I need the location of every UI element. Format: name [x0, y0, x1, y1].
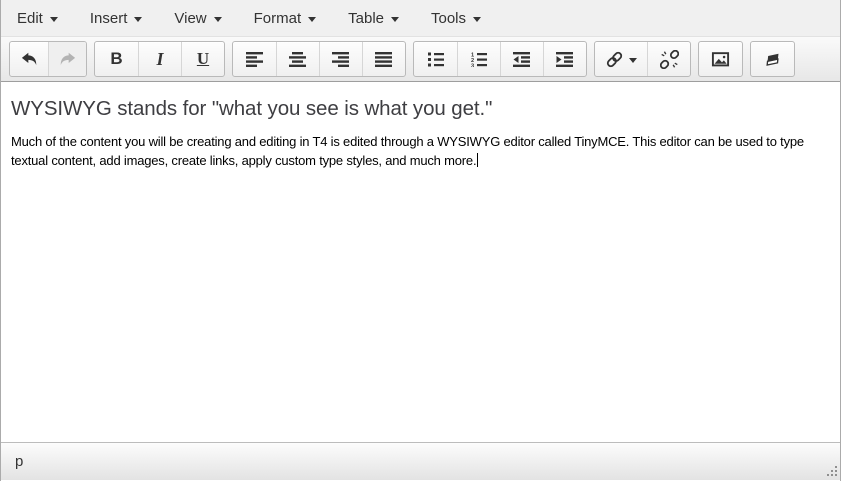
chevron-down-icon	[391, 17, 399, 22]
link-icon	[605, 50, 624, 69]
menu-table-label: Table	[348, 10, 384, 27]
underline-icon: U	[197, 49, 209, 69]
image-button-group	[698, 41, 743, 77]
link-button-group	[594, 41, 691, 77]
content-paragraph: Much of the content you will be creating…	[11, 132, 830, 170]
text-style-button-group: B I U	[94, 41, 225, 77]
chevron-down-icon	[214, 17, 222, 22]
indent-icon	[556, 52, 574, 67]
chevron-down-icon	[308, 17, 316, 22]
bullet-list-icon	[427, 52, 445, 67]
align-justify-icon	[375, 52, 393, 67]
align-justify-button[interactable]	[362, 42, 405, 76]
chevron-down-icon	[629, 58, 637, 63]
menu-format-label: Format	[254, 10, 302, 27]
indent-button[interactable]	[543, 42, 586, 76]
alignment-button-group	[232, 41, 406, 77]
redo-button[interactable]	[48, 42, 86, 76]
eraser-icon	[763, 50, 783, 69]
italic-button[interactable]: I	[138, 42, 181, 76]
remove-format-button-group	[750, 41, 795, 77]
numbered-list-icon: 1 2 3	[470, 52, 488, 67]
bold-icon: B	[110, 49, 122, 69]
svg-text:3: 3	[471, 63, 474, 67]
chevron-down-icon	[473, 17, 481, 22]
menu-edit[interactable]: Edit	[1, 0, 74, 36]
numbered-list-button[interactable]: 1 2 3	[457, 42, 500, 76]
align-left-icon	[246, 52, 264, 67]
text-cursor	[477, 153, 478, 167]
chevron-down-icon	[50, 17, 58, 22]
menu-insert-label: Insert	[90, 10, 128, 27]
menu-view[interactable]: View	[158, 0, 237, 36]
unlink-icon	[660, 50, 679, 69]
image-icon	[711, 50, 730, 69]
resize-grip-icon	[825, 465, 838, 478]
resize-grip[interactable]	[825, 465, 838, 478]
outdent-button[interactable]	[500, 42, 543, 76]
toolbar: B I U	[1, 37, 840, 82]
menu-view-label: View	[174, 10, 206, 27]
align-left-button[interactable]	[233, 42, 276, 76]
statusbar: p	[1, 442, 840, 480]
content-paragraph-text: Much of the content you will be creating…	[11, 134, 804, 168]
menu-format[interactable]: Format	[238, 0, 333, 36]
menubar: Edit Insert View Format Table Tools	[1, 0, 840, 37]
insert-image-button[interactable]	[699, 42, 742, 76]
chevron-down-icon	[134, 17, 142, 22]
bullet-list-button[interactable]	[414, 42, 457, 76]
remove-format-button[interactable]	[751, 42, 794, 76]
undo-icon	[19, 49, 39, 69]
italic-icon: I	[156, 49, 163, 70]
outdent-icon	[513, 52, 531, 67]
menu-tools-label: Tools	[431, 10, 466, 27]
wysiwyg-editor: Edit Insert View Format Table Tools	[0, 0, 841, 481]
align-right-icon	[332, 52, 350, 67]
align-center-button[interactable]	[276, 42, 319, 76]
menu-table[interactable]: Table	[332, 0, 415, 36]
menu-tools[interactable]: Tools	[415, 0, 497, 36]
list-indent-button-group: 1 2 3	[413, 41, 587, 77]
menu-edit-label: Edit	[17, 10, 43, 27]
remove-link-button[interactable]	[647, 42, 690, 76]
editor-content-area[interactable]: WYSIWYG stands for "what you see is what…	[1, 82, 840, 442]
underline-button[interactable]: U	[181, 42, 224, 76]
undo-button[interactable]	[10, 42, 48, 76]
redo-icon	[58, 49, 78, 69]
element-path[interactable]: p	[15, 453, 23, 470]
align-right-button[interactable]	[319, 42, 362, 76]
align-center-icon	[289, 52, 307, 67]
content-heading: WYSIWYG stands for "what you see is what…	[11, 95, 830, 122]
history-button-group	[9, 41, 87, 77]
menu-insert[interactable]: Insert	[74, 0, 159, 36]
insert-link-button[interactable]	[595, 42, 647, 76]
bold-button[interactable]: B	[95, 42, 138, 76]
